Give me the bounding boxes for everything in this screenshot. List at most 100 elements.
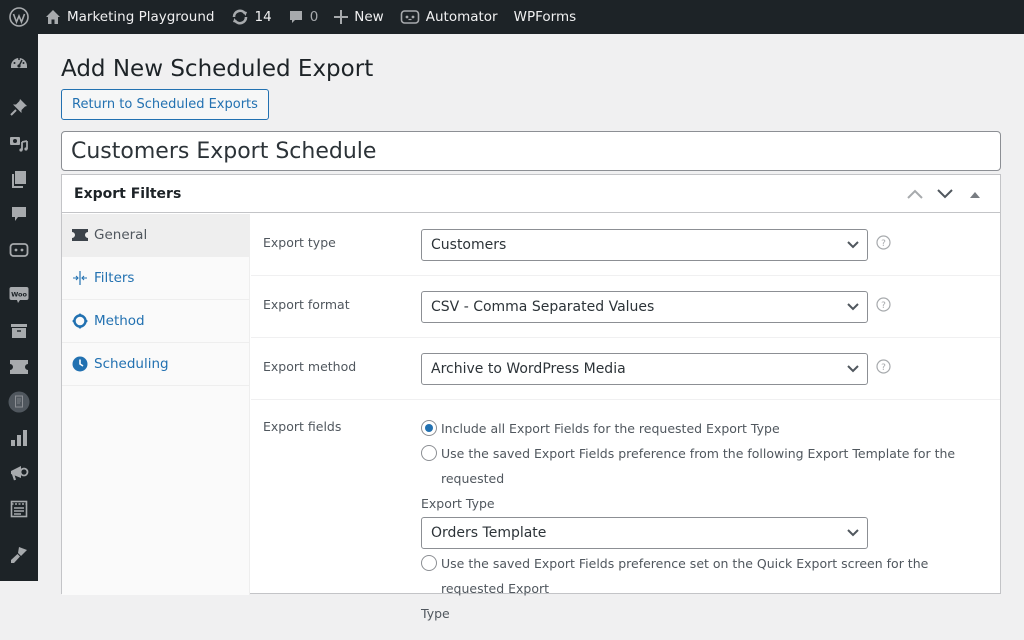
ticket-icon [72,229,88,241]
export-fields-option-all[interactable]: Include all Export Fields for the reques… [421,416,981,441]
sidebar-item-marketing[interactable] [0,458,38,494]
tab-general[interactable]: General [62,214,249,257]
help-icon[interactable]: ? [876,359,891,374]
export-type-select[interactable]: Customers [421,229,868,261]
sidebar-item-appearance[interactable] [0,539,38,575]
method-icon [72,313,88,329]
handle-actions [902,181,988,207]
triangle-up-icon [970,184,980,203]
pages-icon [11,170,27,192]
export-format-row: Export format CSV - Comma Separated Valu… [251,276,1000,338]
ticket-icon [9,359,29,379]
export-method-select[interactable]: Archive to WordPress Media [421,353,868,385]
export-method-label: Export method [263,359,357,374]
svg-text:?: ? [881,301,886,311]
chevron-down-icon [847,365,859,373]
megaphone-icon [9,464,29,486]
tab-scheduling[interactable]: Scheduling [62,343,249,386]
sidebar-item-analytics[interactable] [0,422,38,458]
sidebar-item-dashboard[interactable] [0,46,38,82]
tab-method[interactable]: Method [62,300,249,343]
export-type-row: Export type Customers ? [251,214,1000,276]
admin-bar: Marketing Playground 14 0 New Automator … [0,0,1024,34]
media-icon [9,134,29,156]
help-icon[interactable]: ? [876,297,891,312]
page-title: Add New Scheduled Export [61,56,374,82]
chevron-down-icon [937,184,953,203]
radio-unselected[interactable] [421,555,437,571]
postbox-title: Export Filters [74,185,182,202]
site-name: Marketing Playground [67,9,215,25]
archive-box-icon [10,323,28,343]
export-fields-options: Include all Export Fields for the reques… [421,416,981,626]
woocommerce-icon: Woo [9,286,29,308]
updates-count: 14 [254,9,272,25]
radio-unselected[interactable] [421,445,437,461]
pin-icon [10,98,28,120]
export-format-label: Export format [263,297,350,312]
svg-text:?: ? [881,239,886,249]
tab-filters-label: Filters [94,270,135,286]
wordpress-logo-button[interactable] [0,0,37,34]
document-icon [8,391,30,417]
move-down-button[interactable] [932,181,958,207]
sidebar-item-forms[interactable] [0,493,38,529]
clock-icon [72,356,88,372]
sidebar-item-automator[interactable] [0,234,38,270]
wordpress-logo-icon [8,7,29,27]
export-format-select[interactable]: CSV - Comma Separated Values [421,291,868,323]
sidebar-item-woocommerce[interactable]: Woo [0,280,38,316]
wpforms-label: WPForms [513,9,577,25]
plus-icon [334,10,349,24]
export-format-value: CSV - Comma Separated Values [431,299,655,315]
help-icon[interactable]: ? [876,235,891,250]
sidebar-item-tickets[interactable] [0,351,38,387]
automator-icon [400,9,420,25]
export-type-label: Export type [263,235,336,250]
automator-label: Automator [425,9,498,25]
chevron-up-icon [907,184,923,203]
comments-link[interactable]: 0 [280,0,327,34]
option-template-label-cont: Export Type [421,496,495,511]
export-method-value: Archive to WordPress Media [431,361,626,377]
svg-text:?: ? [881,363,886,373]
radio-selected[interactable] [421,420,437,436]
new-content-link[interactable]: New [326,0,391,34]
sidebar-item-posts[interactable] [0,92,38,128]
sidebar-item-archive[interactable] [0,315,38,351]
move-up-button[interactable] [902,181,928,207]
tab-filters[interactable]: Filters [62,257,249,300]
export-fields-option-template[interactable]: Use the saved Export Fields preference f… [421,441,981,491]
option-quick-export-label: Use the saved Export Fields preference s… [441,556,929,596]
export-method-row: Export method Archive to WordPress Media… [251,338,1000,400]
export-fields-option-quick-export[interactable]: Use the saved Export Fields preference s… [421,551,981,601]
export-filters-postbox: Export Filters General Filters Method Sc… [61,174,1001,621]
automator-link[interactable]: Automator [392,0,506,34]
sidebar-item-pages[interactable] [0,163,38,199]
tab-general-label: General [94,227,148,243]
sidebar-item-comments[interactable] [0,198,38,234]
postbox-header: Export Filters [62,175,1000,213]
comments-icon [11,206,27,226]
export-template-value: Orders Template [431,525,547,541]
updates-link[interactable]: 14 [223,0,280,34]
option-quick-export-label-cont: Type [421,606,450,621]
option-template-label: Use the saved Export Fields preference f… [441,446,956,486]
appearance-icon [10,546,28,568]
schedule-title-input[interactable] [61,131,1001,171]
export-template-select[interactable]: Orders Template [421,517,868,549]
wpforms-link[interactable]: WPForms [506,0,585,34]
toggle-panel-button[interactable] [962,181,988,207]
comments-count: 0 [309,9,319,25]
analytics-icon [10,429,28,451]
tab-scheduling-label: Scheduling [94,356,169,372]
sidebar-item-media[interactable] [0,127,38,163]
return-to-scheduled-exports-button[interactable]: Return to Scheduled Exports [61,89,269,120]
dashboard-icon [10,53,28,75]
export-type-value: Customers [431,237,507,253]
site-name-link[interactable]: Marketing Playground [37,0,223,34]
forms-icon [10,500,28,522]
tab-method-label: Method [94,313,145,329]
export-fields-label: Export fields [263,419,342,434]
sidebar-item-documents[interactable] [0,386,38,422]
